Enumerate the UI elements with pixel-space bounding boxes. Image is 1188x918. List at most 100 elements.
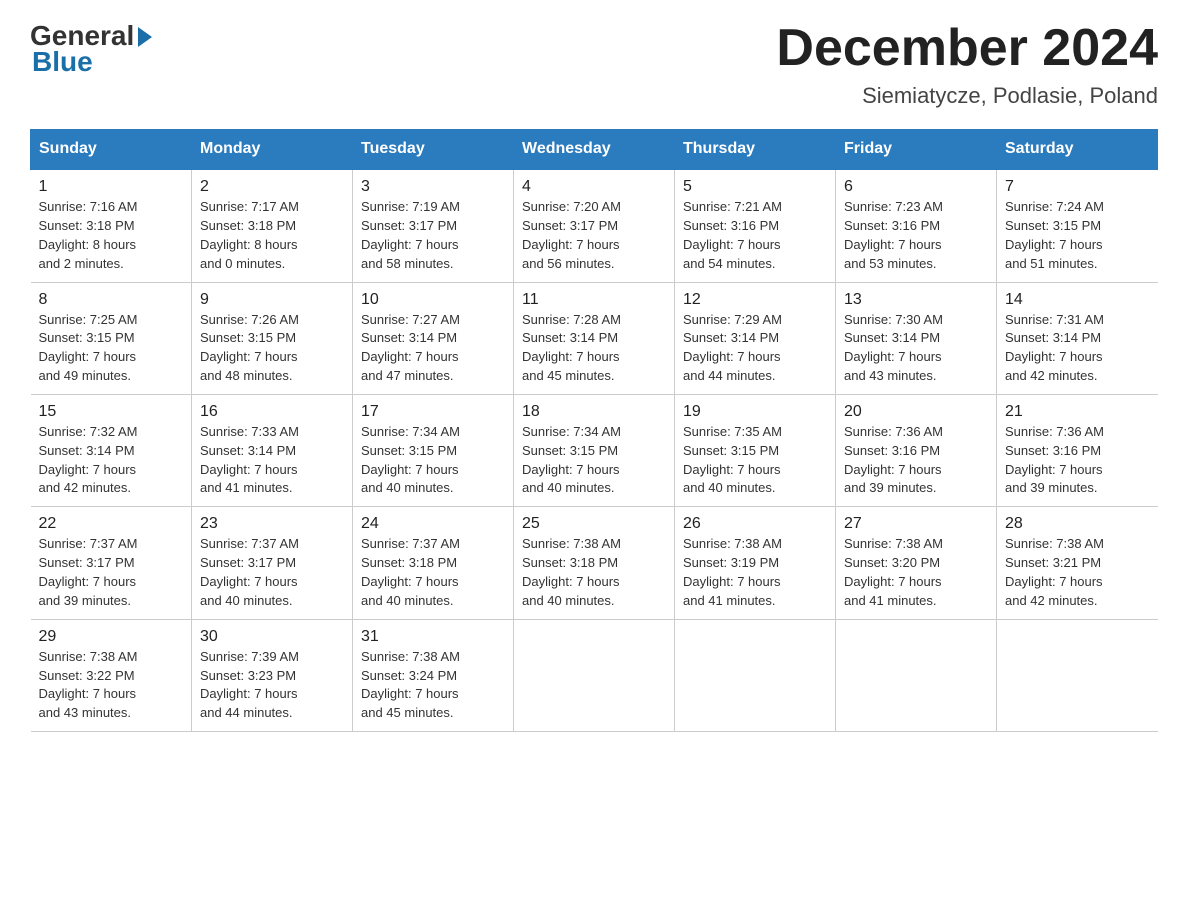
day-number: 10 bbox=[361, 291, 505, 309]
day-info: Sunrise: 7:38 AMSunset: 3:22 PMDaylight:… bbox=[39, 649, 138, 721]
month-title: December 2024 bbox=[776, 20, 1158, 77]
calendar-cell: 30 Sunrise: 7:39 AMSunset: 3:23 PMDayligh… bbox=[192, 619, 353, 731]
day-number: 28 bbox=[1005, 515, 1150, 533]
calendar-week-2: 8Sunrise: 7:25 AMSunset: 3:15 PMDaylight… bbox=[31, 282, 1158, 394]
calendar-cell: 1 Sunrise: 7:16 AMSunset: 3:18 PMDaylight… bbox=[31, 169, 192, 282]
day-number: 22 bbox=[39, 515, 184, 533]
day-info: Sunrise: 7:29 AMSunset: 3:14 PMDaylight:… bbox=[683, 312, 782, 384]
calendar-week-4: 22 Sunrise: 7:37 AMSunset: 3:17 PMDayligh… bbox=[31, 507, 1158, 619]
calendar-cell: 12Sunrise: 7:29 AMSunset: 3:14 PMDayligh… bbox=[675, 282, 836, 394]
day-info: Sunrise: 7:31 AMSunset: 3:14 PMDaylight:… bbox=[1005, 312, 1104, 384]
calendar-cell bbox=[675, 619, 836, 731]
day-number: 25 bbox=[522, 515, 666, 533]
day-info: Sunrise: 7:37 AMSunset: 3:17 PMDaylight:… bbox=[200, 536, 299, 608]
day-info: Sunrise: 7:30 AMSunset: 3:14 PMDaylight:… bbox=[844, 312, 943, 384]
day-info: Sunrise: 7:34 AMSunset: 3:15 PMDaylight:… bbox=[361, 424, 460, 496]
day-info: Sunrise: 7:39 AMSunset: 3:23 PMDaylight:… bbox=[200, 649, 299, 721]
logo-blue-text: Blue bbox=[32, 46, 93, 78]
day-info: Sunrise: 7:37 AMSunset: 3:18 PMDaylight:… bbox=[361, 536, 460, 608]
day-number: 14 bbox=[1005, 291, 1150, 309]
logo-arrow-icon bbox=[138, 27, 152, 47]
calendar-cell: 26 Sunrise: 7:38 AMSunset: 3:19 PMDayligh… bbox=[675, 507, 836, 619]
day-info: Sunrise: 7:36 AMSunset: 3:16 PMDaylight:… bbox=[1005, 424, 1104, 496]
day-number: 23 bbox=[200, 515, 344, 533]
calendar-cell: 4 Sunrise: 7:20 AMSunset: 3:17 PMDaylight… bbox=[514, 169, 675, 282]
calendar-cell: 7 Sunrise: 7:24 AMSunset: 3:15 PMDaylight… bbox=[997, 169, 1158, 282]
calendar-cell: 20Sunrise: 7:36 AMSunset: 3:16 PMDayligh… bbox=[836, 394, 997, 506]
day-number: 11 bbox=[522, 291, 666, 309]
calendar-week-1: 1 Sunrise: 7:16 AMSunset: 3:18 PMDaylight… bbox=[31, 169, 1158, 282]
day-number: 31 bbox=[361, 628, 505, 646]
calendar-cell: 24 Sunrise: 7:37 AMSunset: 3:18 PMDayligh… bbox=[353, 507, 514, 619]
day-number: 26 bbox=[683, 515, 827, 533]
day-number: 4 bbox=[522, 178, 666, 196]
column-header-thursday: Thursday bbox=[675, 130, 836, 170]
calendar-cell: 18 Sunrise: 7:34 AMSunset: 3:15 PMDayligh… bbox=[514, 394, 675, 506]
day-info: Sunrise: 7:19 AMSunset: 3:17 PMDaylight:… bbox=[361, 199, 460, 271]
day-info: Sunrise: 7:38 AMSunset: 3:24 PMDaylight:… bbox=[361, 649, 460, 721]
day-info: Sunrise: 7:35 AMSunset: 3:15 PMDaylight:… bbox=[683, 424, 782, 496]
calendar-cell: 8Sunrise: 7:25 AMSunset: 3:15 PMDaylight… bbox=[31, 282, 192, 394]
calendar-cell: 15Sunrise: 7:32 AMSunset: 3:14 PMDayligh… bbox=[31, 394, 192, 506]
day-info: Sunrise: 7:32 AMSunset: 3:14 PMDaylight:… bbox=[39, 424, 138, 496]
calendar-cell: 19 Sunrise: 7:35 AMSunset: 3:15 PMDayligh… bbox=[675, 394, 836, 506]
day-number: 7 bbox=[1005, 178, 1150, 196]
column-header-monday: Monday bbox=[192, 130, 353, 170]
day-info: Sunrise: 7:24 AMSunset: 3:15 PMDaylight:… bbox=[1005, 199, 1104, 271]
calendar-cell: 28 Sunrise: 7:38 AMSunset: 3:21 PMDayligh… bbox=[997, 507, 1158, 619]
calendar-cell: 22 Sunrise: 7:37 AMSunset: 3:17 PMDayligh… bbox=[31, 507, 192, 619]
day-info: Sunrise: 7:38 AMSunset: 3:20 PMDaylight:… bbox=[844, 536, 943, 608]
day-info: Sunrise: 7:21 AMSunset: 3:16 PMDaylight:… bbox=[683, 199, 782, 271]
day-info: Sunrise: 7:28 AMSunset: 3:14 PMDaylight:… bbox=[522, 312, 621, 384]
location-title: Siemiatycze, Podlasie, Poland bbox=[776, 83, 1158, 109]
logo: General Blue bbox=[30, 20, 152, 78]
calendar-header: SundayMondayTuesdayWednesdayThursdayFrid… bbox=[31, 130, 1158, 170]
day-info: Sunrise: 7:33 AMSunset: 3:14 PMDaylight:… bbox=[200, 424, 299, 496]
day-number: 29 bbox=[39, 628, 184, 646]
day-number: 16 bbox=[200, 403, 344, 421]
calendar-cell bbox=[514, 619, 675, 731]
day-number: 20 bbox=[844, 403, 988, 421]
calendar-cell: 31 Sunrise: 7:38 AMSunset: 3:24 PMDayligh… bbox=[353, 619, 514, 731]
day-info: Sunrise: 7:38 AMSunset: 3:21 PMDaylight:… bbox=[1005, 536, 1104, 608]
day-number: 21 bbox=[1005, 403, 1150, 421]
column-header-saturday: Saturday bbox=[997, 130, 1158, 170]
day-info: Sunrise: 7:37 AMSunset: 3:17 PMDaylight:… bbox=[39, 536, 138, 608]
day-number: 18 bbox=[522, 403, 666, 421]
day-info: Sunrise: 7:20 AMSunset: 3:17 PMDaylight:… bbox=[522, 199, 621, 271]
calendar-cell: 3 Sunrise: 7:19 AMSunset: 3:17 PMDaylight… bbox=[353, 169, 514, 282]
calendar-cell: 5Sunrise: 7:21 AMSunset: 3:16 PMDaylight… bbox=[675, 169, 836, 282]
day-info: Sunrise: 7:23 AMSunset: 3:16 PMDaylight:… bbox=[844, 199, 943, 271]
calendar-cell bbox=[997, 619, 1158, 731]
day-number: 17 bbox=[361, 403, 505, 421]
column-header-wednesday: Wednesday bbox=[514, 130, 675, 170]
calendar-cell bbox=[836, 619, 997, 731]
day-number: 24 bbox=[361, 515, 505, 533]
day-number: 13 bbox=[844, 291, 988, 309]
day-info: Sunrise: 7:38 AMSunset: 3:19 PMDaylight:… bbox=[683, 536, 782, 608]
day-number: 30 bbox=[200, 628, 344, 646]
day-number: 3 bbox=[361, 178, 505, 196]
page-header: General Blue December 2024 Siemiatycze, … bbox=[30, 20, 1158, 109]
calendar-body: 1 Sunrise: 7:16 AMSunset: 3:18 PMDaylight… bbox=[31, 169, 1158, 731]
calendar-table: SundayMondayTuesdayWednesdayThursdayFrid… bbox=[30, 129, 1158, 732]
calendar-cell: 23 Sunrise: 7:37 AMSunset: 3:17 PMDayligh… bbox=[192, 507, 353, 619]
day-info: Sunrise: 7:34 AMSunset: 3:15 PMDaylight:… bbox=[522, 424, 621, 496]
day-number: 19 bbox=[683, 403, 827, 421]
day-info: Sunrise: 7:38 AMSunset: 3:18 PMDaylight:… bbox=[522, 536, 621, 608]
column-header-tuesday: Tuesday bbox=[353, 130, 514, 170]
day-info: Sunrise: 7:27 AMSunset: 3:14 PMDaylight:… bbox=[361, 312, 460, 384]
calendar-cell: 25 Sunrise: 7:38 AMSunset: 3:18 PMDayligh… bbox=[514, 507, 675, 619]
column-header-sunday: Sunday bbox=[31, 130, 192, 170]
day-number: 6 bbox=[844, 178, 988, 196]
calendar-week-3: 15Sunrise: 7:32 AMSunset: 3:14 PMDayligh… bbox=[31, 394, 1158, 506]
calendar-cell: 27Sunrise: 7:38 AMSunset: 3:20 PMDayligh… bbox=[836, 507, 997, 619]
title-section: December 2024 Siemiatycze, Podlasie, Pol… bbox=[776, 20, 1158, 109]
day-info: Sunrise: 7:25 AMSunset: 3:15 PMDaylight:… bbox=[39, 312, 138, 384]
calendar-cell: 11 Sunrise: 7:28 AMSunset: 3:14 PMDayligh… bbox=[514, 282, 675, 394]
day-info: Sunrise: 7:16 AMSunset: 3:18 PMDaylight:… bbox=[39, 199, 138, 271]
calendar-cell: 16 Sunrise: 7:33 AMSunset: 3:14 PMDayligh… bbox=[192, 394, 353, 506]
calendar-cell: 10 Sunrise: 7:27 AMSunset: 3:14 PMDayligh… bbox=[353, 282, 514, 394]
day-number: 1 bbox=[39, 178, 184, 196]
day-number: 2 bbox=[200, 178, 344, 196]
